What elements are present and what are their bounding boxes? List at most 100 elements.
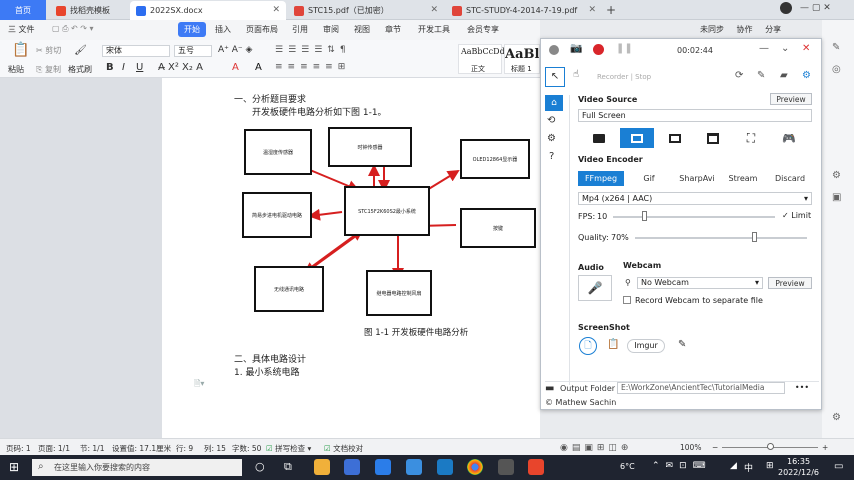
sidebar-tool-icon[interactable]: ◎ [832, 64, 841, 75]
ime-mode-icon[interactable]: ⊞ [766, 461, 774, 471]
encoder-gif[interactable]: Gif [627, 171, 671, 186]
file-screenshot-icon[interactable]: 🗋 [579, 337, 597, 355]
encoder-discard[interactable]: Discard [767, 171, 813, 186]
tab-template[interactable]: 找稻壳模板 [50, 1, 128, 20]
quality-slider-thumb[interactable] [752, 232, 758, 242]
app-icon[interactable] [437, 459, 453, 475]
monitor-source-icon[interactable] [658, 128, 692, 148]
zoom-out-icon[interactable]: − [712, 443, 718, 452]
style-normal[interactable]: AaBbCcDd 正文 [458, 44, 505, 74]
tab-pdf-study[interactable]: STC-STUDY-4-2014-7-19.pdf ✕ [446, 1, 602, 20]
zoom-level[interactable]: 100% [680, 443, 701, 452]
help-icon[interactable]: ? [549, 151, 554, 162]
record-webcam-checkbox[interactable]: Record Webcam to separate file [623, 296, 763, 305]
sidebar-tool-icon[interactable]: ⚙ [832, 170, 841, 181]
avatar[interactable] [780, 2, 792, 14]
history-icon[interactable]: ⟲ [547, 115, 555, 126]
format-painter-label[interactable]: 格式刷 [68, 64, 92, 75]
collapse-icon[interactable] [549, 45, 559, 55]
font-color-button[interactable]: A [232, 62, 239, 73]
menu-chapter[interactable]: 章节 [385, 24, 401, 35]
home-icon[interactable]: ⌂ [545, 95, 563, 111]
chrome-icon[interactable] [467, 459, 483, 475]
underline-button[interactable]: U [136, 62, 143, 73]
notification-icon[interactable]: ▭ [834, 461, 843, 472]
menu-home[interactable]: 开始 [178, 22, 206, 37]
window-source-icon[interactable] [696, 128, 730, 148]
view-mode-icons[interactable]: ◉▤▣⊞◫⊕ [560, 443, 632, 453]
format-painter-icon[interactable]: 🖌 [74, 44, 87, 57]
brush-icon[interactable]: ✎ [757, 70, 765, 81]
quick-access-toolbar[interactable]: ▢ ⎙ ↶ ↷ ▾ [52, 24, 94, 34]
char-border-button[interactable]: A [255, 62, 262, 73]
camera-icon[interactable]: 📷 [570, 43, 582, 54]
proofread[interactable]: ☑ 文档校对 [324, 443, 363, 454]
encoder-sharpavi[interactable]: SharpAvi [674, 171, 720, 186]
tray-icons[interactable]: ⌃✉⊡⌨ [652, 461, 712, 471]
wps-icon[interactable] [528, 459, 544, 475]
cut-button[interactable]: ✂ 剪切 [36, 45, 61, 56]
close-icon[interactable]: ✕ [588, 5, 596, 15]
document-page[interactable]: 一、分析题目要求 开发板硬件电路分析如下图 1-1。 温湿度传感器 时钟传感器 … [162, 78, 540, 438]
mail-icon[interactable] [375, 459, 391, 475]
bold-button[interactable]: B [106, 62, 114, 73]
imgur-button[interactable]: Imgur [627, 339, 665, 353]
coop-button[interactable]: 协作 [737, 25, 753, 34]
copy-button[interactable]: ⎘ 复制 [36, 64, 61, 75]
new-tab-icon[interactable]: + [606, 3, 616, 17]
chevron-down-icon[interactable]: ⌄ [781, 43, 789, 54]
task-view-icon[interactable]: ⧉ [284, 460, 292, 474]
sidebar-tool-icon[interactable]: ⚙ [832, 412, 841, 423]
region-source-icon[interactable]: ⛶ [734, 128, 768, 148]
encoder-stream[interactable]: Stream [721, 171, 765, 186]
paste-icon[interactable]: 📋 [12, 43, 29, 57]
source-field[interactable]: Full Screen [578, 109, 812, 122]
limit-checkbox[interactable]: ✓ Limit [782, 211, 811, 220]
browse-folder-button[interactable]: ••• [789, 382, 815, 394]
video-source-preview-button[interactable]: Preview [770, 93, 812, 105]
font-family-select[interactable]: 宋体 [102, 45, 170, 57]
close-icon[interactable]: ✕ [430, 5, 438, 15]
cursor-icon[interactable]: ↖ [545, 67, 565, 87]
cortana-icon[interactable]: ○ [255, 460, 265, 473]
paragraph-icon[interactable]: 🗎▾ [194, 378, 204, 392]
font-effects[interactable]: A̶ X² X₂ A [158, 62, 203, 73]
status-words[interactable]: 字数: 50 [232, 443, 261, 454]
output-folder-field[interactable]: E:\WorkZone\AncientTec\TutorialMedia [617, 382, 785, 394]
settings-icon[interactable]: ⚙ [547, 133, 556, 144]
zoom-in-icon[interactable]: + [822, 443, 828, 452]
encoder-ffmpeg[interactable]: FFmpeg [578, 171, 624, 186]
gear-icon[interactable]: ⚙ [802, 70, 811, 81]
ime-indicator[interactable]: 中 [744, 461, 753, 474]
clock-time[interactable]: 16:35 [787, 457, 810, 466]
font-size-buttons[interactable]: A⁺ A⁻ ◈ [218, 45, 252, 55]
pause-icon[interactable]: ❚❚ [616, 43, 633, 54]
sidebar-tool-icon[interactable]: ▣ [832, 192, 841, 203]
style-heading1[interactable]: AaBl 标题 1 [504, 44, 540, 74]
taskbar-search-input[interactable]: 在这里输入你要搜索的内容 [32, 459, 242, 476]
menu-view[interactable]: 视图 [354, 24, 370, 35]
list-buttons[interactable]: ☰☰☰☰⇅¶ [275, 45, 351, 55]
screen-source-icon[interactable] [620, 128, 654, 148]
click-icon[interactable]: ☝ [573, 69, 579, 80]
tab-home[interactable]: 首页 [0, 0, 46, 20]
menu-file[interactable]: 三 文件 [8, 24, 35, 35]
menu-member[interactable]: 会员专享 [467, 24, 499, 35]
quality-slider[interactable] [635, 237, 807, 239]
sidebar-tool-icon[interactable]: ✎ [832, 42, 840, 53]
fps-slider[interactable] [613, 216, 775, 218]
wifi-icon[interactable]: ◢ [730, 461, 737, 471]
webcam-select[interactable]: No Webcam ▾ [637, 277, 763, 289]
record-icon[interactable] [593, 44, 604, 55]
menu-insert[interactable]: 插入 [215, 24, 231, 35]
menu-layout[interactable]: 页面布局 [246, 24, 278, 35]
spell-check[interactable]: ☑ 拼写检查 ▾ [266, 443, 311, 454]
menu-review[interactable]: 审阅 [323, 24, 339, 35]
feishu-icon[interactable] [406, 459, 422, 475]
zoom-slider-thumb[interactable] [767, 443, 774, 450]
pencil-icon[interactable]: ✎ [678, 339, 686, 350]
windows-start-icon[interactable]: ⊞ [9, 460, 19, 474]
minimize-icon[interactable]: — [759, 43, 769, 54]
gamepad-source-icon[interactable]: 🎮 [772, 128, 806, 148]
weather-temp[interactable]: 6°C [620, 462, 635, 471]
